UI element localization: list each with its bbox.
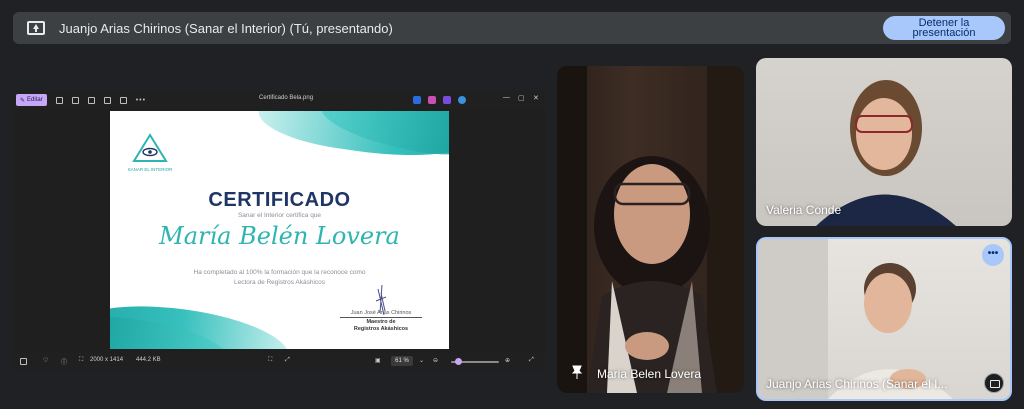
app-shortcuts <box>413 96 466 104</box>
edit-icon: ✎ <box>20 97 26 104</box>
zoom-in-icon[interactable]: ⊕ <box>505 357 510 364</box>
favorite-icon[interactable]: ♡ <box>43 357 48 364</box>
app-icon-2[interactable] <box>428 96 436 104</box>
photo-viewer-statusbar: ♡ ⓘ ⛶ 2000 x 1414 444.2 KB ⛶ ⤢ ▣ 61 % ⌄ … <box>13 353 545 370</box>
zoom-slider-knob[interactable] <box>455 358 462 365</box>
picture-in-picture-icon[interactable] <box>984 373 1004 393</box>
certificate-title: CERTIFICADO <box>208 189 351 211</box>
fit-window-icon[interactable]: ▣ <box>375 357 381 364</box>
delete-icon[interactable] <box>71 96 79 104</box>
video-feed-juanjo <box>758 239 953 399</box>
video-feed-maria <box>557 66 744 393</box>
participant-tile-valeria[interactable]: Valeria Conde <box>756 58 1012 226</box>
filmstrip-icon[interactable] <box>20 358 27 365</box>
dimension-icon: ⛶ <box>79 357 84 363</box>
participant-tile-maria[interactable]: Maria Belen Lovera <box>557 66 744 393</box>
more-options-icon[interactable]: ••• <box>136 97 146 104</box>
participant-name-valeria: Valeria Conde <box>766 203 842 217</box>
share-icon[interactable] <box>103 96 111 104</box>
certificate-body: Ha completado al 100% la formación que l… <box>150 268 409 288</box>
video-feed-valeria <box>816 80 956 226</box>
participant-name-juanjo: Juanjo Arias Chirinos (Sanar el I... <box>766 377 948 391</box>
meet-window: Juanjo Arias Chirinos (Sanar el Interior… <box>0 0 1024 409</box>
zoom-level[interactable]: 61 % <box>391 356 413 366</box>
fullscreen-icon[interactable]: ⤢ <box>529 357 534 364</box>
participant-tile-juanjo[interactable]: ••• Juanjo Arias Chirinos (Sanar el I... <box>756 237 1012 401</box>
onedrive-icon[interactable] <box>458 96 466 104</box>
zoom-out-icon[interactable]: ⊖ <box>433 357 438 364</box>
app-icon-1[interactable] <box>413 96 421 104</box>
triangle-eye-logo-icon <box>132 133 168 162</box>
signer-role: Maestro de Registros Akáshicos <box>326 319 436 333</box>
signer-name: Juan José Arias Chirinos <box>350 310 412 316</box>
certificate-subtitle: Sanar el Interior certifica que <box>237 212 322 219</box>
presenting-banner: Juanjo Arias Chirinos (Sanar el Interior… <box>13 12 1011 44</box>
actual-size-icon[interactable]: ⤢ <box>285 357 290 364</box>
edit-button[interactable]: ✎ Editar <box>16 94 47 106</box>
present-screen-icon <box>27 21 45 35</box>
edit-label: Editar <box>27 97 43 103</box>
close-icon[interactable]: ✕ <box>533 94 539 102</box>
logo-text: SANAR EL INTERIOR <box>127 167 173 172</box>
image-dimensions: 2000 x 1414 <box>90 357 124 363</box>
zoom-dropdown-icon[interactable]: ⌄ <box>419 357 424 364</box>
print-icon[interactable] <box>87 96 95 104</box>
file-name: Certificado Bela.png <box>259 95 314 101</box>
signer-role-line: Maestro de <box>366 319 396 325</box>
minimize-icon[interactable]: — <box>503 94 510 101</box>
participant-name-maria: Maria Belen Lovera <box>597 367 702 381</box>
signature-line <box>340 317 422 318</box>
shared-screen: ✎ Editar ••• Certificado Bela.png — ▢ ✕ <box>13 91 545 370</box>
photo-viewer-toolbar: ✎ Editar ••• Certificado Bela.png — ▢ ✕ <box>13 91 545 109</box>
signer-role-line: Registros Akáshicos <box>353 326 409 332</box>
file-size: 444.2 KB <box>136 357 161 363</box>
more-options-button[interactable]: ••• <box>982 244 1004 266</box>
maximize-icon[interactable]: ▢ <box>518 94 525 102</box>
info-circle-icon[interactable]: ⓘ <box>61 357 67 366</box>
rotate-icon[interactable] <box>55 96 63 104</box>
info-icon[interactable] <box>119 96 127 104</box>
stop-presenting-button[interactable]: Detener la presentación <box>883 16 1005 40</box>
body-line: Lectora de Registros Akáshicos <box>233 279 326 286</box>
presenting-text: Juanjo Arias Chirinos (Sanar el Interior… <box>59 20 393 36</box>
pin-icon[interactable] <box>571 365 583 379</box>
certificate-image: SANAR EL INTERIOR CERTIFICADO Sanar el I… <box>110 111 449 349</box>
body-line: Ha completado al 100% la formación que l… <box>193 269 366 276</box>
app-icon-3[interactable] <box>443 96 451 104</box>
fit-screen-icon[interactable]: ⛶ <box>268 357 272 364</box>
recipient-name: María Belén Lovera <box>159 222 400 250</box>
